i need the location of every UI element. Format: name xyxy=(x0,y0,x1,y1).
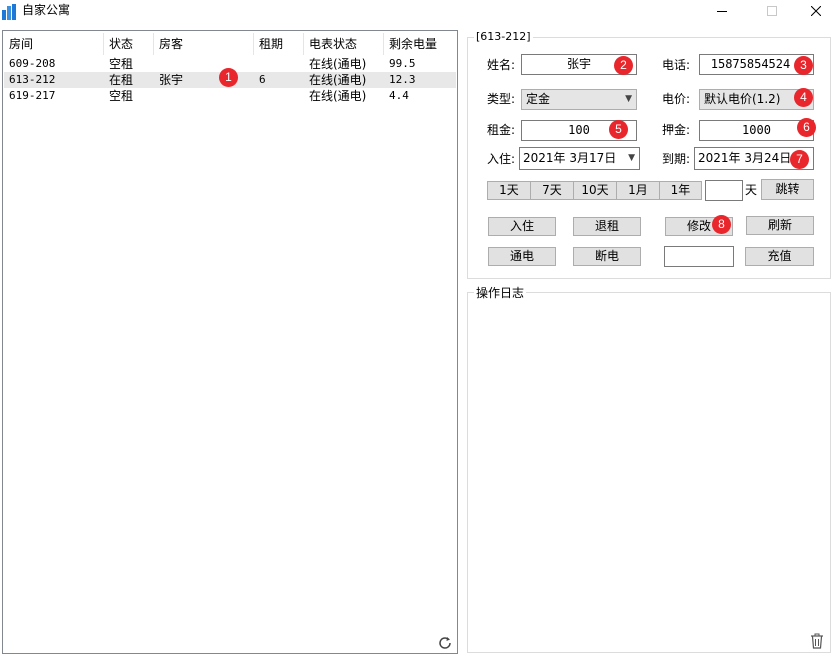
checkin-date-picker[interactable]: 2021年 3月17日 ▼ xyxy=(519,147,640,170)
period-1-year-button[interactable]: 1年 xyxy=(659,181,702,200)
chevron-down-icon: ▼ xyxy=(625,94,632,104)
window-title: 自家公寓 xyxy=(22,3,71,17)
rent-label: 租金: xyxy=(487,123,516,137)
table-row[interactable]: 619-217 空租 在线(通电) 4.4 xyxy=(4,88,456,104)
maximize-icon xyxy=(767,6,777,16)
type-select[interactable]: 定金 ▼ xyxy=(521,89,637,110)
price-select-value: 默认电价(1.2) xyxy=(704,92,781,106)
name-label: 姓名: xyxy=(487,58,516,72)
column-header-room[interactable]: 房间 xyxy=(4,33,33,55)
operation-log-title: 操作日志 xyxy=(474,286,527,300)
minimize-icon xyxy=(717,11,727,12)
status-cell: 空租 xyxy=(109,89,134,103)
annotation-badge: 4 xyxy=(794,88,813,107)
refresh-icon[interactable] xyxy=(437,635,453,651)
power-on-button[interactable]: 通电 xyxy=(488,247,556,266)
status-cell: 空租 xyxy=(109,57,134,71)
checkin-date-value: 2021年 3月17日 xyxy=(523,151,617,165)
room-cell: 609-208 xyxy=(9,57,56,70)
power-cell: 12.3 xyxy=(389,73,416,86)
days-unit-label: 天 xyxy=(745,183,758,197)
maximize-button[interactable] xyxy=(749,0,795,22)
expire-label: 到期: xyxy=(662,152,691,166)
group-title: [613-212] xyxy=(474,30,533,43)
app-building-icon xyxy=(2,4,16,20)
power-cell: 99.5 xyxy=(389,57,416,70)
term-cell: 6 xyxy=(259,73,266,86)
room-list[interactable]: 房间 状态 房客 租期 电表状态 剩余电量 609-208 空租 在线(通电) … xyxy=(2,30,458,654)
operation-log-panel[interactable] xyxy=(467,292,831,653)
checkout-button[interactable]: 退租 xyxy=(573,217,641,236)
power-off-button[interactable]: 断电 xyxy=(573,247,641,266)
checkin-button[interactable]: 入住 xyxy=(488,217,556,236)
chevron-down-icon: ▼ xyxy=(628,153,635,163)
meter-cell: 在线(通电) xyxy=(309,57,367,71)
custom-days-input[interactable] xyxy=(705,180,743,201)
checkin-label: 入住: xyxy=(487,152,516,166)
annotation-badge: 7 xyxy=(790,150,809,169)
recharge-amount-input[interactable] xyxy=(664,246,734,267)
type-label: 类型: xyxy=(487,92,516,106)
column-header-remaining-power[interactable]: 剩余电量 xyxy=(384,33,437,55)
price-label: 电价: xyxy=(662,92,691,106)
period-1-day-button[interactable]: 1天 xyxy=(487,181,531,200)
annotation-badge: 3 xyxy=(794,56,813,75)
annotation-badge: 2 xyxy=(614,56,633,75)
column-header-term[interactable]: 租期 xyxy=(254,33,283,55)
recharge-button[interactable]: 充值 xyxy=(745,247,814,266)
close-button[interactable] xyxy=(793,0,836,22)
title-bar: 自家公寓 xyxy=(0,0,836,28)
meter-cell: 在线(通电) xyxy=(309,73,367,87)
annotation-badge: 1 xyxy=(219,68,238,87)
expire-date-value: 2021年 3月24日 xyxy=(698,151,792,165)
column-header-tenant[interactable]: 房客 xyxy=(154,33,183,55)
period-1-month-button[interactable]: 1月 xyxy=(616,181,660,200)
column-header-status[interactable]: 状态 xyxy=(104,33,133,55)
annotation-badge: 6 xyxy=(797,118,816,137)
room-cell: 613-212 xyxy=(9,73,56,86)
room-cell: 619-217 xyxy=(9,89,56,102)
column-header-meter-status[interactable]: 电表状态 xyxy=(304,33,357,55)
deposit-label: 押金: xyxy=(662,123,691,137)
annotation-badge: 5 xyxy=(609,120,628,139)
trash-icon[interactable] xyxy=(810,633,824,649)
meter-cell: 在线(通电) xyxy=(309,89,367,103)
tenant-cell: 张宇 xyxy=(159,73,184,87)
refresh-button[interactable]: 刷新 xyxy=(746,216,814,235)
jump-button[interactable]: 跳转 xyxy=(761,179,814,200)
phone-label: 电话: xyxy=(662,58,691,72)
type-select-value: 定金 xyxy=(526,92,551,106)
minimize-button[interactable] xyxy=(699,0,745,22)
power-cell: 4.4 xyxy=(389,89,409,102)
period-10-days-button[interactable]: 10天 xyxy=(573,181,617,200)
annotation-badge: 8 xyxy=(712,215,731,234)
close-icon xyxy=(811,6,821,16)
period-7-days-button[interactable]: 7天 xyxy=(530,181,574,200)
status-cell: 在租 xyxy=(109,73,134,87)
